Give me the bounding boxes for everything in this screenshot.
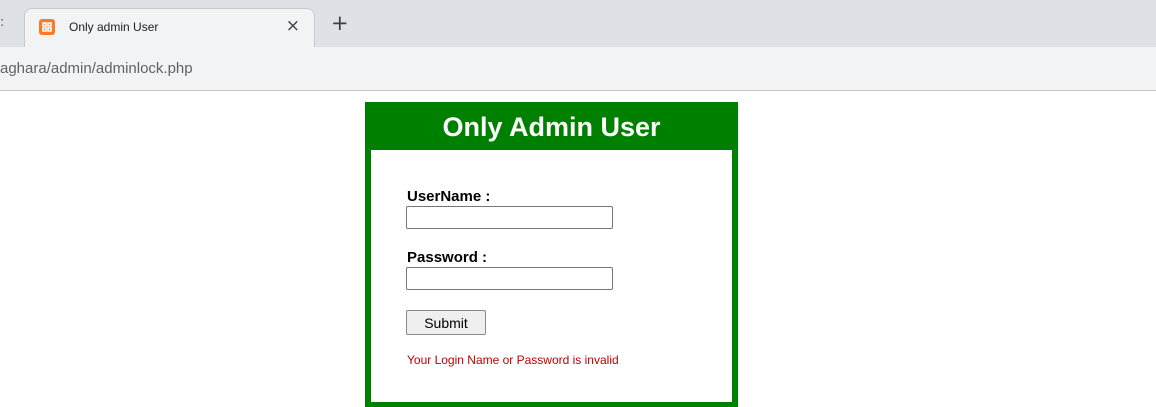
tab-title: Only admin User (69, 20, 159, 34)
login-title: Only Admin User (365, 102, 738, 150)
login-error-message: Your Login Name or Password is invalid (407, 353, 619, 367)
username-input[interactable] (406, 206, 613, 229)
address-bar[interactable]: aghara/admin/adminlock.php (0, 47, 1156, 91)
username-label: UserName : (407, 188, 491, 205)
url-text[interactable]: aghara/admin/adminlock.php (0, 60, 193, 77)
new-tab-icon[interactable]: + (331, 12, 349, 34)
browser-tab-strip: : Only admin User × + (0, 0, 1156, 47)
submit-button[interactable]: Submit (406, 310, 486, 335)
close-tab-icon[interactable]: × (286, 17, 300, 35)
password-input[interactable] (406, 267, 613, 290)
password-label: Password : (407, 249, 488, 266)
tab-only-admin-user[interactable]: Only admin User × (24, 8, 315, 47)
previous-tab-edge[interactable]: : (0, 15, 4, 30)
xampp-logo-icon (39, 19, 55, 35)
admin-login-panel: Only Admin User UserName : Password : Su… (365, 102, 738, 407)
